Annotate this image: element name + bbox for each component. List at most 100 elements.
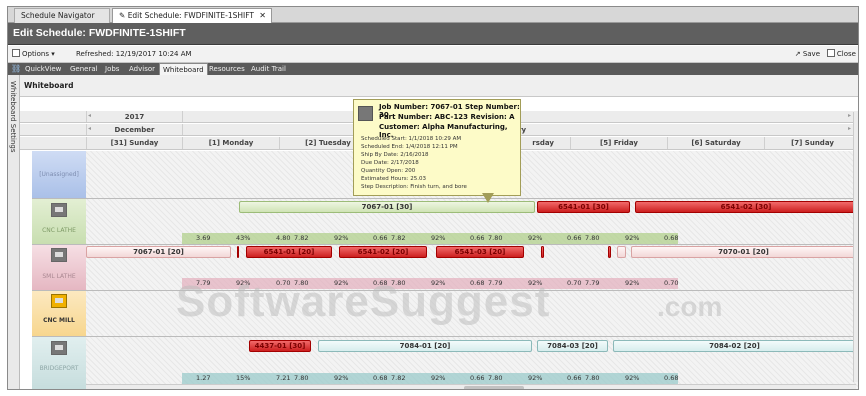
close-icon[interactable]: ✕ xyxy=(259,9,266,23)
stat-value: 92% xyxy=(431,234,446,242)
job-bar[interactable]: 7070-01 [20] xyxy=(631,246,856,258)
stat-value: 15% xyxy=(236,374,251,382)
tooltip-detail: Quantity Open: 200 xyxy=(361,168,416,174)
stat-value: 92% xyxy=(625,279,640,287)
edit-doc-icon: ✎ xyxy=(119,11,126,20)
day-cell: [6] Saturday xyxy=(667,137,764,149)
job-bar-late[interactable]: 6541-01 [30] xyxy=(537,201,630,213)
job-tooltip: Job Number: 7067-01 Step Number: 30 Part… xyxy=(353,99,521,196)
whiteboard-label: Whiteboard xyxy=(24,81,74,90)
stat-value: 0.66 xyxy=(470,374,485,382)
horizontal-scrollbar[interactable] xyxy=(86,384,856,389)
stat-value: 0.68 xyxy=(373,374,388,382)
lane-bridgeport[interactable]: 4437-01 [30] 7084-01 [20] 7084-03 [20] 7… xyxy=(86,337,858,389)
tab-schedule-navigator[interactable]: Schedule Navigator ✕ xyxy=(14,8,121,23)
stat-value: 0.68 xyxy=(664,374,679,382)
tooltip-part-number: Part Number: ABC-123 Revision: A xyxy=(379,113,515,121)
month-cell: December xyxy=(86,124,182,135)
whiteboard-settings-label: Whiteboard Settings xyxy=(9,81,17,153)
options-bar: Options ▾ Refreshed: 12/19/2017 10:24 AM… xyxy=(8,46,858,63)
page-title: Edit Schedule: FWDFINITE-1SHIFT xyxy=(13,27,186,39)
day-cell: [31] Sunday xyxy=(86,137,182,149)
title-bar: Edit Schedule: FWDFINITE-1SHIFT xyxy=(8,23,858,45)
link-icon[interactable]: ⛓ xyxy=(11,64,21,73)
resource-cnc-lathe[interactable]: CNC LATHE xyxy=(32,199,86,245)
scroll-right-icon[interactable]: ▸ xyxy=(848,125,851,132)
lane-cnc-lathe[interactable]: 7067-01 [30] 6541-01 [30] 6541-02 [30] 3… xyxy=(86,199,858,245)
tooltip-detail: Scheduled End: 1/4/2018 12:11 PM xyxy=(361,144,458,150)
document-tab-strip: Schedule Navigator ✕ ✎ Edit Schedule: FW… xyxy=(8,7,858,24)
job-bar-late[interactable]: 6541-02 [30] xyxy=(635,201,857,213)
job-bar-late[interactable]: 6541-02 [20] xyxy=(339,246,427,258)
tab-resources[interactable]: Resources xyxy=(206,63,248,75)
resource-unassigned[interactable]: [Unassigned] xyxy=(32,151,86,199)
tab-label: Edit Schedule: FWDFINITE-1SHIFT xyxy=(127,11,254,20)
stat-value: 0.70 xyxy=(664,279,679,287)
vertical-scrollbar[interactable] xyxy=(853,112,858,382)
stat-value: 92% xyxy=(625,234,640,242)
stat-value: 92% xyxy=(528,234,543,242)
stat-value: 7.80 xyxy=(488,374,503,382)
resource-cnc-mill[interactable]: CNC MILL xyxy=(32,291,86,337)
day-cell: [5] Friday xyxy=(570,137,667,149)
job-bar-late[interactable]: 6541-01 [20] xyxy=(246,246,332,258)
job-bar[interactable]: 7084-03 [20] xyxy=(537,340,608,352)
stat-value: 92% xyxy=(528,374,543,382)
close-button[interactable]: Close xyxy=(826,46,856,62)
stat-value: 92% xyxy=(334,234,349,242)
job-bar-late[interactable]: 6541-03 [20] xyxy=(436,246,524,258)
tab-whiteboard[interactable]: Whiteboard xyxy=(159,63,208,75)
tab-audit-trail[interactable]: Audit Trail xyxy=(248,63,289,75)
save-button[interactable]: ↗ Save xyxy=(795,46,820,62)
lathe-machine-icon xyxy=(51,203,67,217)
scroll-right-icon[interactable]: ▸ xyxy=(848,112,851,119)
stat-value: 0.68 xyxy=(664,234,679,242)
stat-value: 7.80 xyxy=(488,234,503,242)
view-tabs: ⛓ QuickView General Jobs Advisor Whitebo… xyxy=(8,63,858,75)
job-bar[interactable]: 7084-02 [20] xyxy=(613,340,856,352)
tab-general[interactable]: General xyxy=(67,63,101,75)
bridgeport-machine-icon xyxy=(51,341,67,355)
job-bar-late[interactable]: 4437-01 [30] xyxy=(249,340,311,352)
stat-value: 0.66 xyxy=(373,234,388,242)
whiteboard-header: Whiteboard xyxy=(20,75,858,97)
day-cell: [1] Monday xyxy=(182,137,279,149)
job-bar-sliver[interactable] xyxy=(541,246,544,258)
job-bar-sliver[interactable] xyxy=(608,246,611,258)
stat-value: 0.66 xyxy=(470,234,485,242)
refreshed-text: Refreshed: 12/19/2017 10:24 AM xyxy=(76,50,192,58)
tab-advisor[interactable]: Advisor xyxy=(126,63,158,75)
save-icon: ↗ xyxy=(794,50,801,58)
lathe-machine-icon xyxy=(51,248,67,262)
options-button[interactable]: Options ▾ xyxy=(12,46,55,62)
watermark-text: SoftwareSuggest xyxy=(176,277,551,326)
stat-value: 0.66 xyxy=(567,374,582,382)
app-window: Schedule Navigator ✕ ✎ Edit Schedule: FW… xyxy=(7,6,859,390)
job-bar[interactable]: 7084-01 [20] xyxy=(318,340,532,352)
resource-name: CNC MILL xyxy=(43,317,75,324)
stat-value: 92% xyxy=(334,374,349,382)
stat-value: 7.82 xyxy=(294,234,309,242)
job-icon xyxy=(358,106,373,121)
stat-value: 7.82 xyxy=(391,234,406,242)
job-bar[interactable]: 7067-01 [20] xyxy=(86,246,231,258)
tab-edit-schedule[interactable]: ✎ Edit Schedule: FWDFINITE-1SHIFT ✕ xyxy=(112,8,272,24)
resource-sml-lathe[interactable]: SML LATHE xyxy=(32,245,86,291)
tooltip-detail: Scheduled Start: 1/1/2018 10:29 AM xyxy=(361,136,462,142)
resource-bridgeport[interactable]: BRIDGEPORT xyxy=(32,337,86,389)
job-bar-sliver[interactable] xyxy=(237,246,239,258)
stat-value: 0.66 xyxy=(567,234,582,242)
stat-value: 0.70 xyxy=(567,279,582,287)
stat-value: 92% xyxy=(431,374,446,382)
tab-quickview[interactable]: QuickView xyxy=(22,63,64,75)
close-doc-icon xyxy=(826,49,835,57)
job-bar-small[interactable] xyxy=(617,246,626,258)
resource-name: SML LATHE xyxy=(42,273,76,280)
scrollbar-thumb[interactable] xyxy=(464,386,524,389)
whiteboard-settings-panel[interactable]: Whiteboard Settings xyxy=(8,75,20,389)
stat-value: 7.80 xyxy=(585,234,600,242)
year-cell: 2017 xyxy=(86,111,182,122)
stat-value: 4.80 xyxy=(276,234,291,242)
tab-jobs[interactable]: Jobs xyxy=(102,63,122,75)
tooltip-detail: Step Description: Finish turn, and bore xyxy=(361,184,467,190)
